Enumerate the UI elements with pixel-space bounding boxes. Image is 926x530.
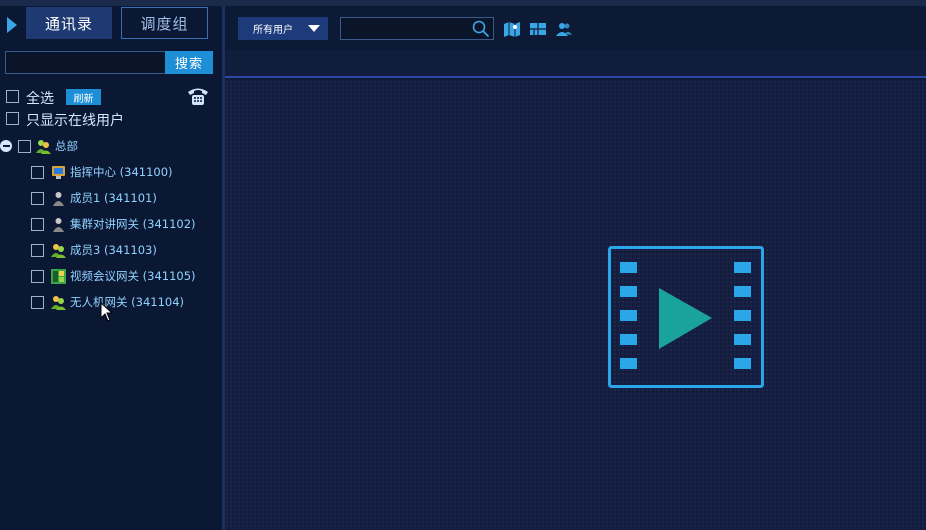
user-gray-icon — [53, 191, 64, 206]
tree-item-label: 成员1 (341101) — [70, 191, 157, 205]
contacts-search-input[interactable] — [5, 51, 166, 74]
tree-item-label: 视频会议网关 (341105) — [70, 269, 196, 283]
video-panel-header — [225, 50, 926, 78]
tree-item-checkbox[interactable] — [31, 270, 44, 283]
tab-dispatch-groups[interactable]: 调度组 — [121, 7, 208, 39]
tree-item-member3[interactable]: 成员3 (341103) — [51, 240, 157, 260]
collapse-node-icon[interactable] — [0, 140, 12, 152]
tree-item-trunk-gateway[interactable]: 集群对讲网关 (341102) — [51, 214, 196, 234]
map-icon[interactable] — [503, 20, 521, 38]
tree-item-member1[interactable]: 成员1 (341101) — [51, 188, 157, 208]
tree-item-label: 无人机网关 (341104) — [70, 295, 185, 309]
online-only-label: 只显示在线用户 — [26, 113, 124, 129]
tree-item-label: 集群对讲网关 (341102) — [70, 217, 196, 231]
chevron-down-icon — [308, 25, 320, 32]
select-all-label: 全选 — [26, 91, 54, 107]
search-icon[interactable] — [472, 20, 490, 38]
user-gray-icon — [53, 217, 64, 232]
video-conference-icon — [51, 268, 66, 284]
collapse-arrow-icon[interactable] — [7, 17, 17, 33]
video-area — [225, 80, 926, 530]
search-button[interactable]: 搜索 — [165, 51, 213, 74]
tree-item-command-center[interactable]: 指挥中心 (341100) — [51, 162, 173, 182]
video-placeholder-icon — [608, 246, 764, 388]
user-filter-select[interactable]: 所有用户 — [238, 17, 328, 40]
tree-item-label: 成员3 (341103) — [70, 243, 157, 257]
toolbar — [225, 6, 926, 50]
user-green-icon — [51, 295, 66, 310]
tree-root[interactable]: 总部 — [36, 136, 78, 156]
monitor-icon — [52, 165, 65, 179]
layout-icon[interactable] — [529, 20, 547, 38]
tree-item-checkbox[interactable] — [31, 192, 44, 205]
mouse-cursor-icon — [100, 302, 114, 322]
user-group-icon — [36, 139, 51, 154]
tree-item-checkbox[interactable] — [31, 218, 44, 231]
user-green-icon — [51, 243, 66, 258]
online-only-checkbox[interactable] — [6, 112, 19, 125]
tree-item-label: 指挥中心 (341100) — [70, 165, 173, 179]
tree-item-checkbox[interactable] — [31, 296, 44, 309]
tree-root-checkbox[interactable] — [18, 140, 31, 153]
toolbar-search-input[interactable] — [340, 17, 494, 40]
tree-item-checkbox[interactable] — [31, 244, 44, 257]
tree-item-checkbox[interactable] — [31, 166, 44, 179]
select-all-checkbox[interactable] — [6, 90, 19, 103]
contacts-icon[interactable] — [555, 20, 573, 38]
refresh-button[interactable]: 刷新 — [66, 89, 101, 105]
tree-item-video-conference-gateway[interactable]: 视频会议网关 (341105) — [51, 266, 196, 286]
tree-root-label: 总部 — [55, 139, 78, 153]
tree-item-drone-gateway[interactable]: 无人机网关 (341104) — [51, 292, 184, 312]
user-filter-value: 所有用户 — [253, 25, 293, 36]
telephone-icon[interactable] — [186, 85, 210, 107]
tab-contacts[interactable]: 通讯录 — [26, 7, 112, 39]
